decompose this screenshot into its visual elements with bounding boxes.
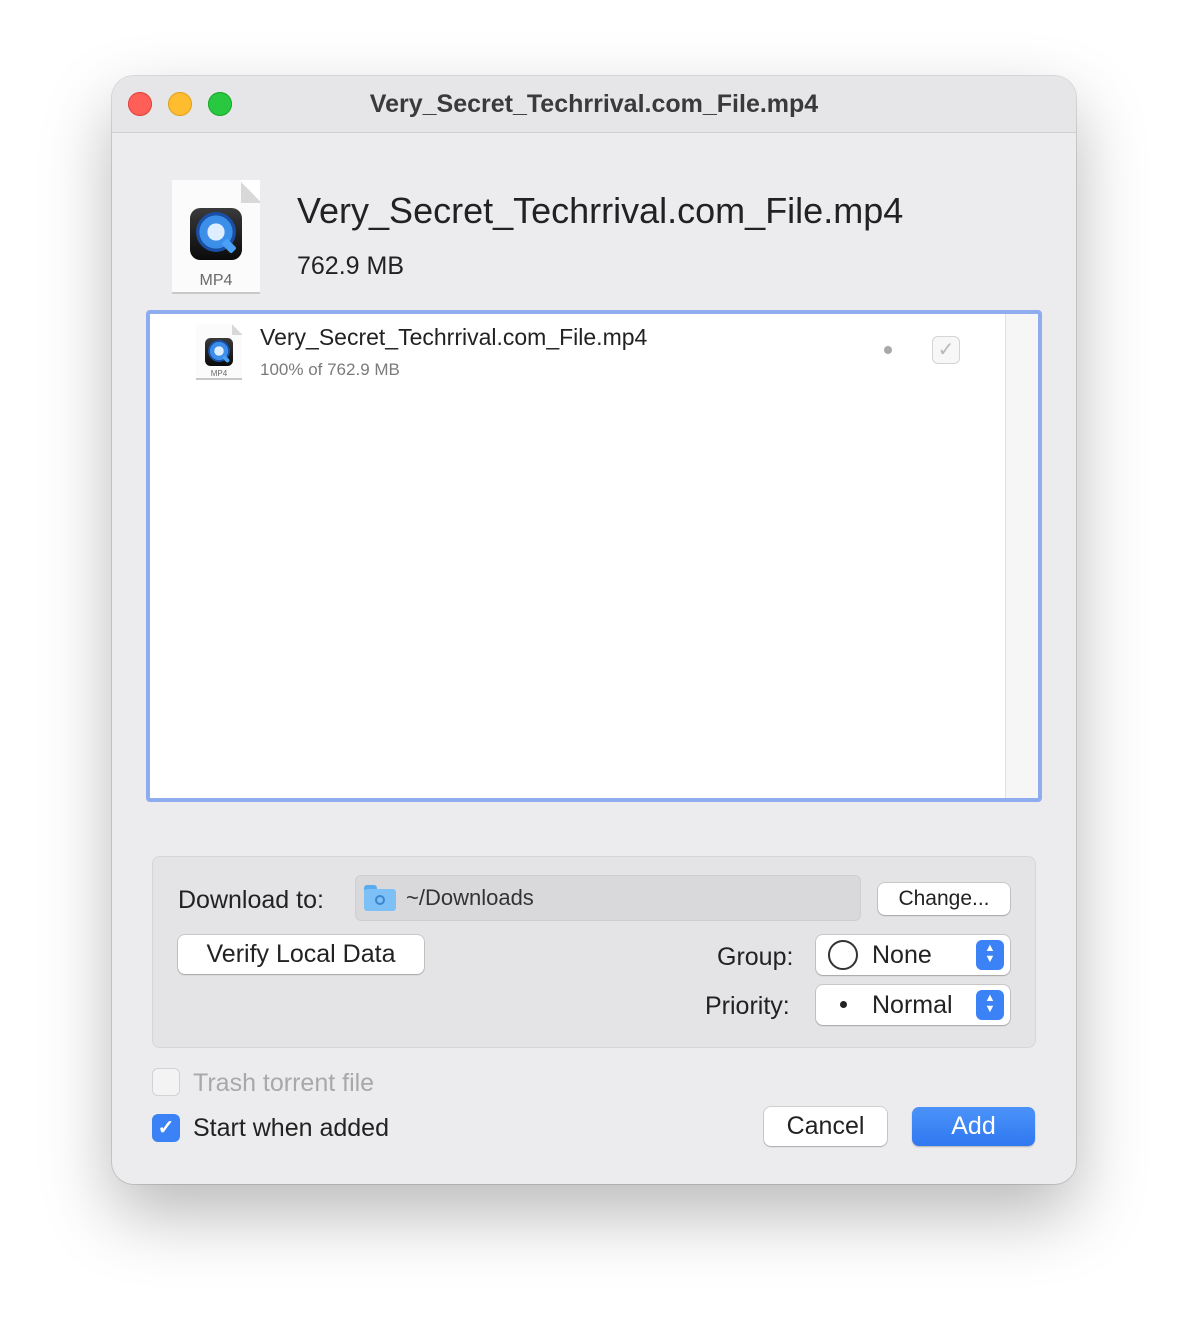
priority-label: Priority: xyxy=(705,992,790,1020)
change-location-button[interactable]: Change... xyxy=(878,883,1010,915)
group-label: Group: xyxy=(717,943,794,971)
up-down-arrows-icon: ▲ ▼ xyxy=(976,990,1004,1020)
group-value: None xyxy=(872,941,932,969)
up-down-arrows-icon: ▲ ▼ xyxy=(976,940,1004,970)
file-row-name: Very_Secret_Techrrival.com_File.mp4 xyxy=(260,324,648,350)
priority-value: Normal xyxy=(872,991,953,1019)
torrent-name: Very_Secret_Techrrival.com_File.mp4 xyxy=(297,190,904,231)
file-list-scrollbar[interactable] xyxy=(1005,314,1038,798)
start-when-added-label: Start when added xyxy=(193,1114,389,1142)
file-include-checkbox[interactable]: ✓ xyxy=(932,336,960,364)
window-title: Very_Secret_Techrrival.com_File.mp4 xyxy=(369,90,819,118)
download-path-text: ~/Downloads xyxy=(406,885,534,910)
quicktime-icon xyxy=(205,338,233,366)
add-torrent-window: Very_Secret_Techrrival.com_File.mp4 MP4 … xyxy=(112,76,1076,1184)
file-ext-label: MP4 xyxy=(210,369,228,378)
quicktime-icon xyxy=(190,208,242,260)
download-path-field: ~/Downloads xyxy=(355,875,861,921)
torrent-size: 762.9 MB xyxy=(297,252,405,280)
trash-torrent-checkbox[interactable] xyxy=(152,1068,180,1096)
trash-torrent-label: Trash torrent file xyxy=(193,1069,375,1097)
download-to-label: Download to: xyxy=(178,886,324,914)
add-button[interactable]: Add xyxy=(912,1107,1035,1146)
priority-dot-icon xyxy=(884,346,892,354)
downloads-folder-icon xyxy=(364,885,396,911)
cancel-button[interactable]: Cancel xyxy=(764,1107,887,1146)
download-options-panel: Download to: ~/Downloads Change... Verif… xyxy=(152,856,1036,1048)
title-bar[interactable]: Very_Secret_Techrrival.com_File.mp4 xyxy=(112,76,1076,133)
file-ext-label: MP4 xyxy=(199,272,233,289)
mp4-file-icon: MP4 xyxy=(196,324,242,380)
mp4-file-icon: MP4 xyxy=(172,180,260,294)
priority-bullet-icon xyxy=(840,1001,847,1008)
priority-select[interactable]: Normal ▲ ▼ xyxy=(816,985,1010,1025)
file-row-progress: 100% of 762.9 MB xyxy=(260,360,400,379)
group-select[interactable]: None ▲ ▼ xyxy=(816,935,1010,975)
no-group-circle-icon xyxy=(828,940,858,970)
start-when-added-checkbox[interactable]: ✓ xyxy=(152,1114,180,1142)
file-list[interactable]: MP4 Very_Secret_Techrrival.com_File.mp4 … xyxy=(146,310,1042,802)
verify-local-data-button[interactable]: Verify Local Data xyxy=(178,935,424,974)
